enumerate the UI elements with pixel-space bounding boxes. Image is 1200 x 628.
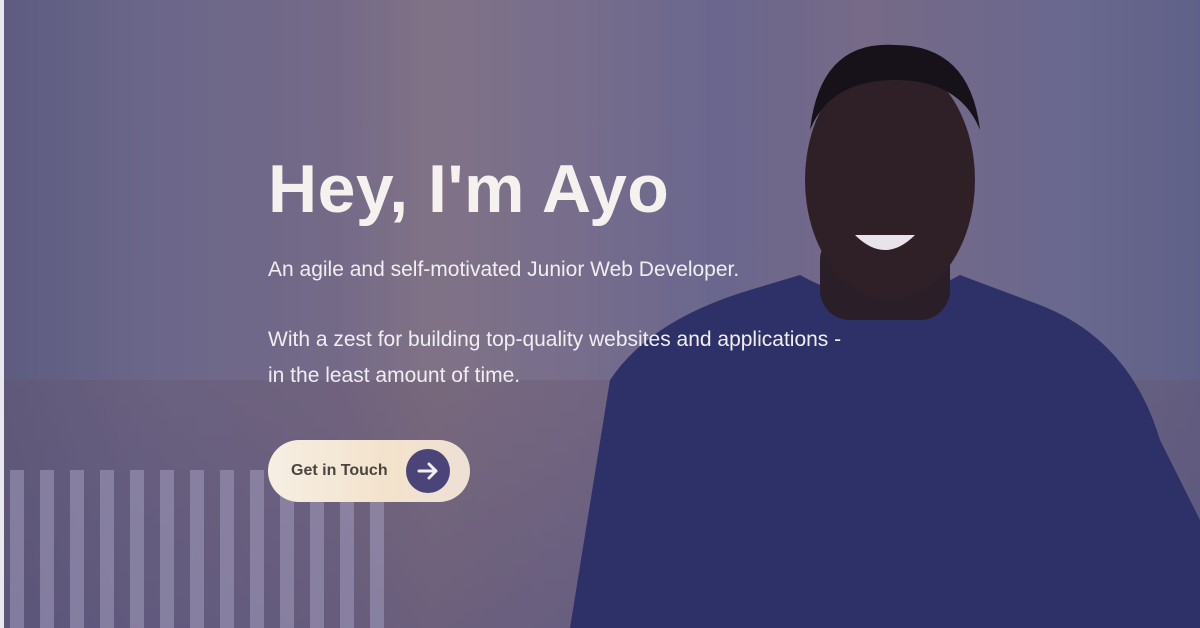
hero-text: Hey, I'm Ayo An agile and self-motivated… bbox=[268, 150, 988, 394]
hero-title: Hey, I'm Ayo bbox=[268, 151, 670, 227]
arrow-right-icon bbox=[406, 449, 450, 493]
left-border bbox=[0, 0, 4, 628]
get-in-touch-button[interactable]: Get in Touch bbox=[268, 440, 470, 502]
description-line-1: With a zest for building top-quality web… bbox=[268, 328, 842, 351]
description-line-2: in the least amount of time. bbox=[268, 364, 521, 387]
get-in-touch-label: Get in Touch bbox=[291, 462, 388, 479]
hero-subtitle: An agile and self-motivated Junior Web D… bbox=[268, 258, 740, 281]
hero-description: With a zest for building top-quality web… bbox=[268, 322, 988, 394]
